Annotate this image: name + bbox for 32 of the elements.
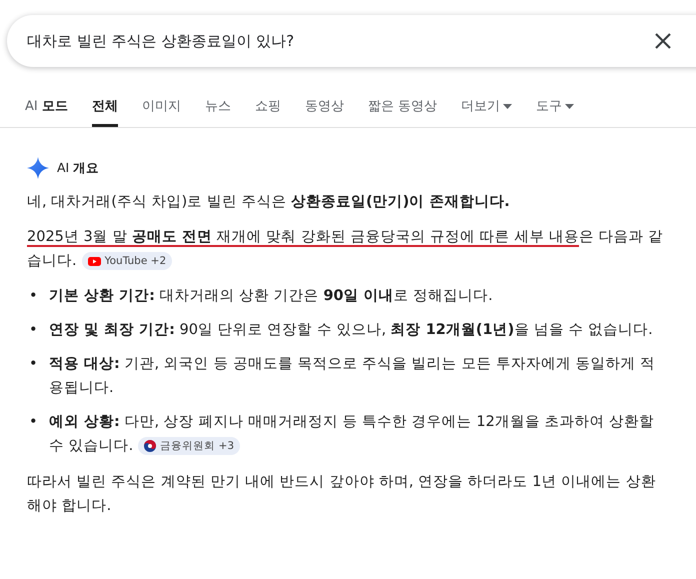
bullet-text: 용됩니다.	[49, 379, 114, 398]
bullet-text: 기본 상환 기간: 대차거래의 상환 기간은 90일 이내로 정해집니다.	[49, 287, 493, 306]
tab[interactable]: 도구	[536, 94, 574, 127]
close-icon[interactable]	[655, 33, 671, 49]
paragraph-text: 습니다.	[27, 252, 77, 271]
play-icon	[88, 256, 101, 266]
bullet-text: 적용 대상: 기관, 외국인 등 공매도를 목적으로 주식을 빌리는 모든 투자자에게 동일하게 적	[49, 355, 656, 374]
emblem-icon	[144, 440, 156, 452]
tab[interactable]: 동영상	[304, 94, 344, 127]
bullet-marker: •	[28, 287, 39, 306]
bullet-marker: •	[28, 321, 39, 340]
tab[interactable]: 뉴스	[204, 94, 231, 127]
paragraph-text: 2025년 3월 말 공매도 전면 재개에 맞춰 강화된 금융당국의 규정에 따른 세부 내용은 다음과 같	[27, 228, 664, 249]
tab[interactable]: AI 모드	[25, 94, 68, 127]
sparkle-icon	[27, 157, 49, 179]
tab[interactable]: 이미지	[142, 94, 181, 127]
tab[interactable]: 짧은 동영상	[368, 94, 438, 127]
bullet-marker: •	[28, 355, 39, 374]
bullet-text: 연장 및 최장 기간: 90일 단위로 연장할 수 있으나, 최장 12개월(1년)을 넘을 수 없습니다.	[49, 321, 653, 340]
tab[interactable]: 쇼핑	[254, 94, 281, 127]
search-field[interactable]: 대차로 빌린 주식은 상환종료일이 있나?	[7, 15, 696, 67]
source-chip[interactable]: YouTube +2	[82, 252, 172, 270]
tab[interactable]: 전체	[92, 94, 118, 127]
source-chip[interactable]: 금융위원회 +3	[138, 437, 240, 455]
bullet-text: 수 있습니다.	[49, 437, 134, 456]
search-query: 대차로 빌린 주식은 상환종료일이 있나?	[27, 32, 296, 50]
tab[interactable]: 더보기	[461, 94, 512, 127]
bullet-marker: •	[28, 413, 39, 432]
conclusion-text: 따라서 빌린 주식은 계약된 만기 내에 반드시 갚아야 하며, 연장을 하더라도 1년 이내에는 상환해야 합니다.	[27, 473, 656, 516]
bullet-text: 예외 상황: 다만, 상장 폐지나 매매거래정지 등 특수한 경우에는 12개월을 초과하여 상환할	[49, 413, 654, 432]
intro-text: 네, 대차거래(주식 차입)로 빌린 주식은 상환종료일(만기)이 존재합니다.	[27, 193, 511, 212]
overview-title: AI 개요	[57, 159, 100, 177]
